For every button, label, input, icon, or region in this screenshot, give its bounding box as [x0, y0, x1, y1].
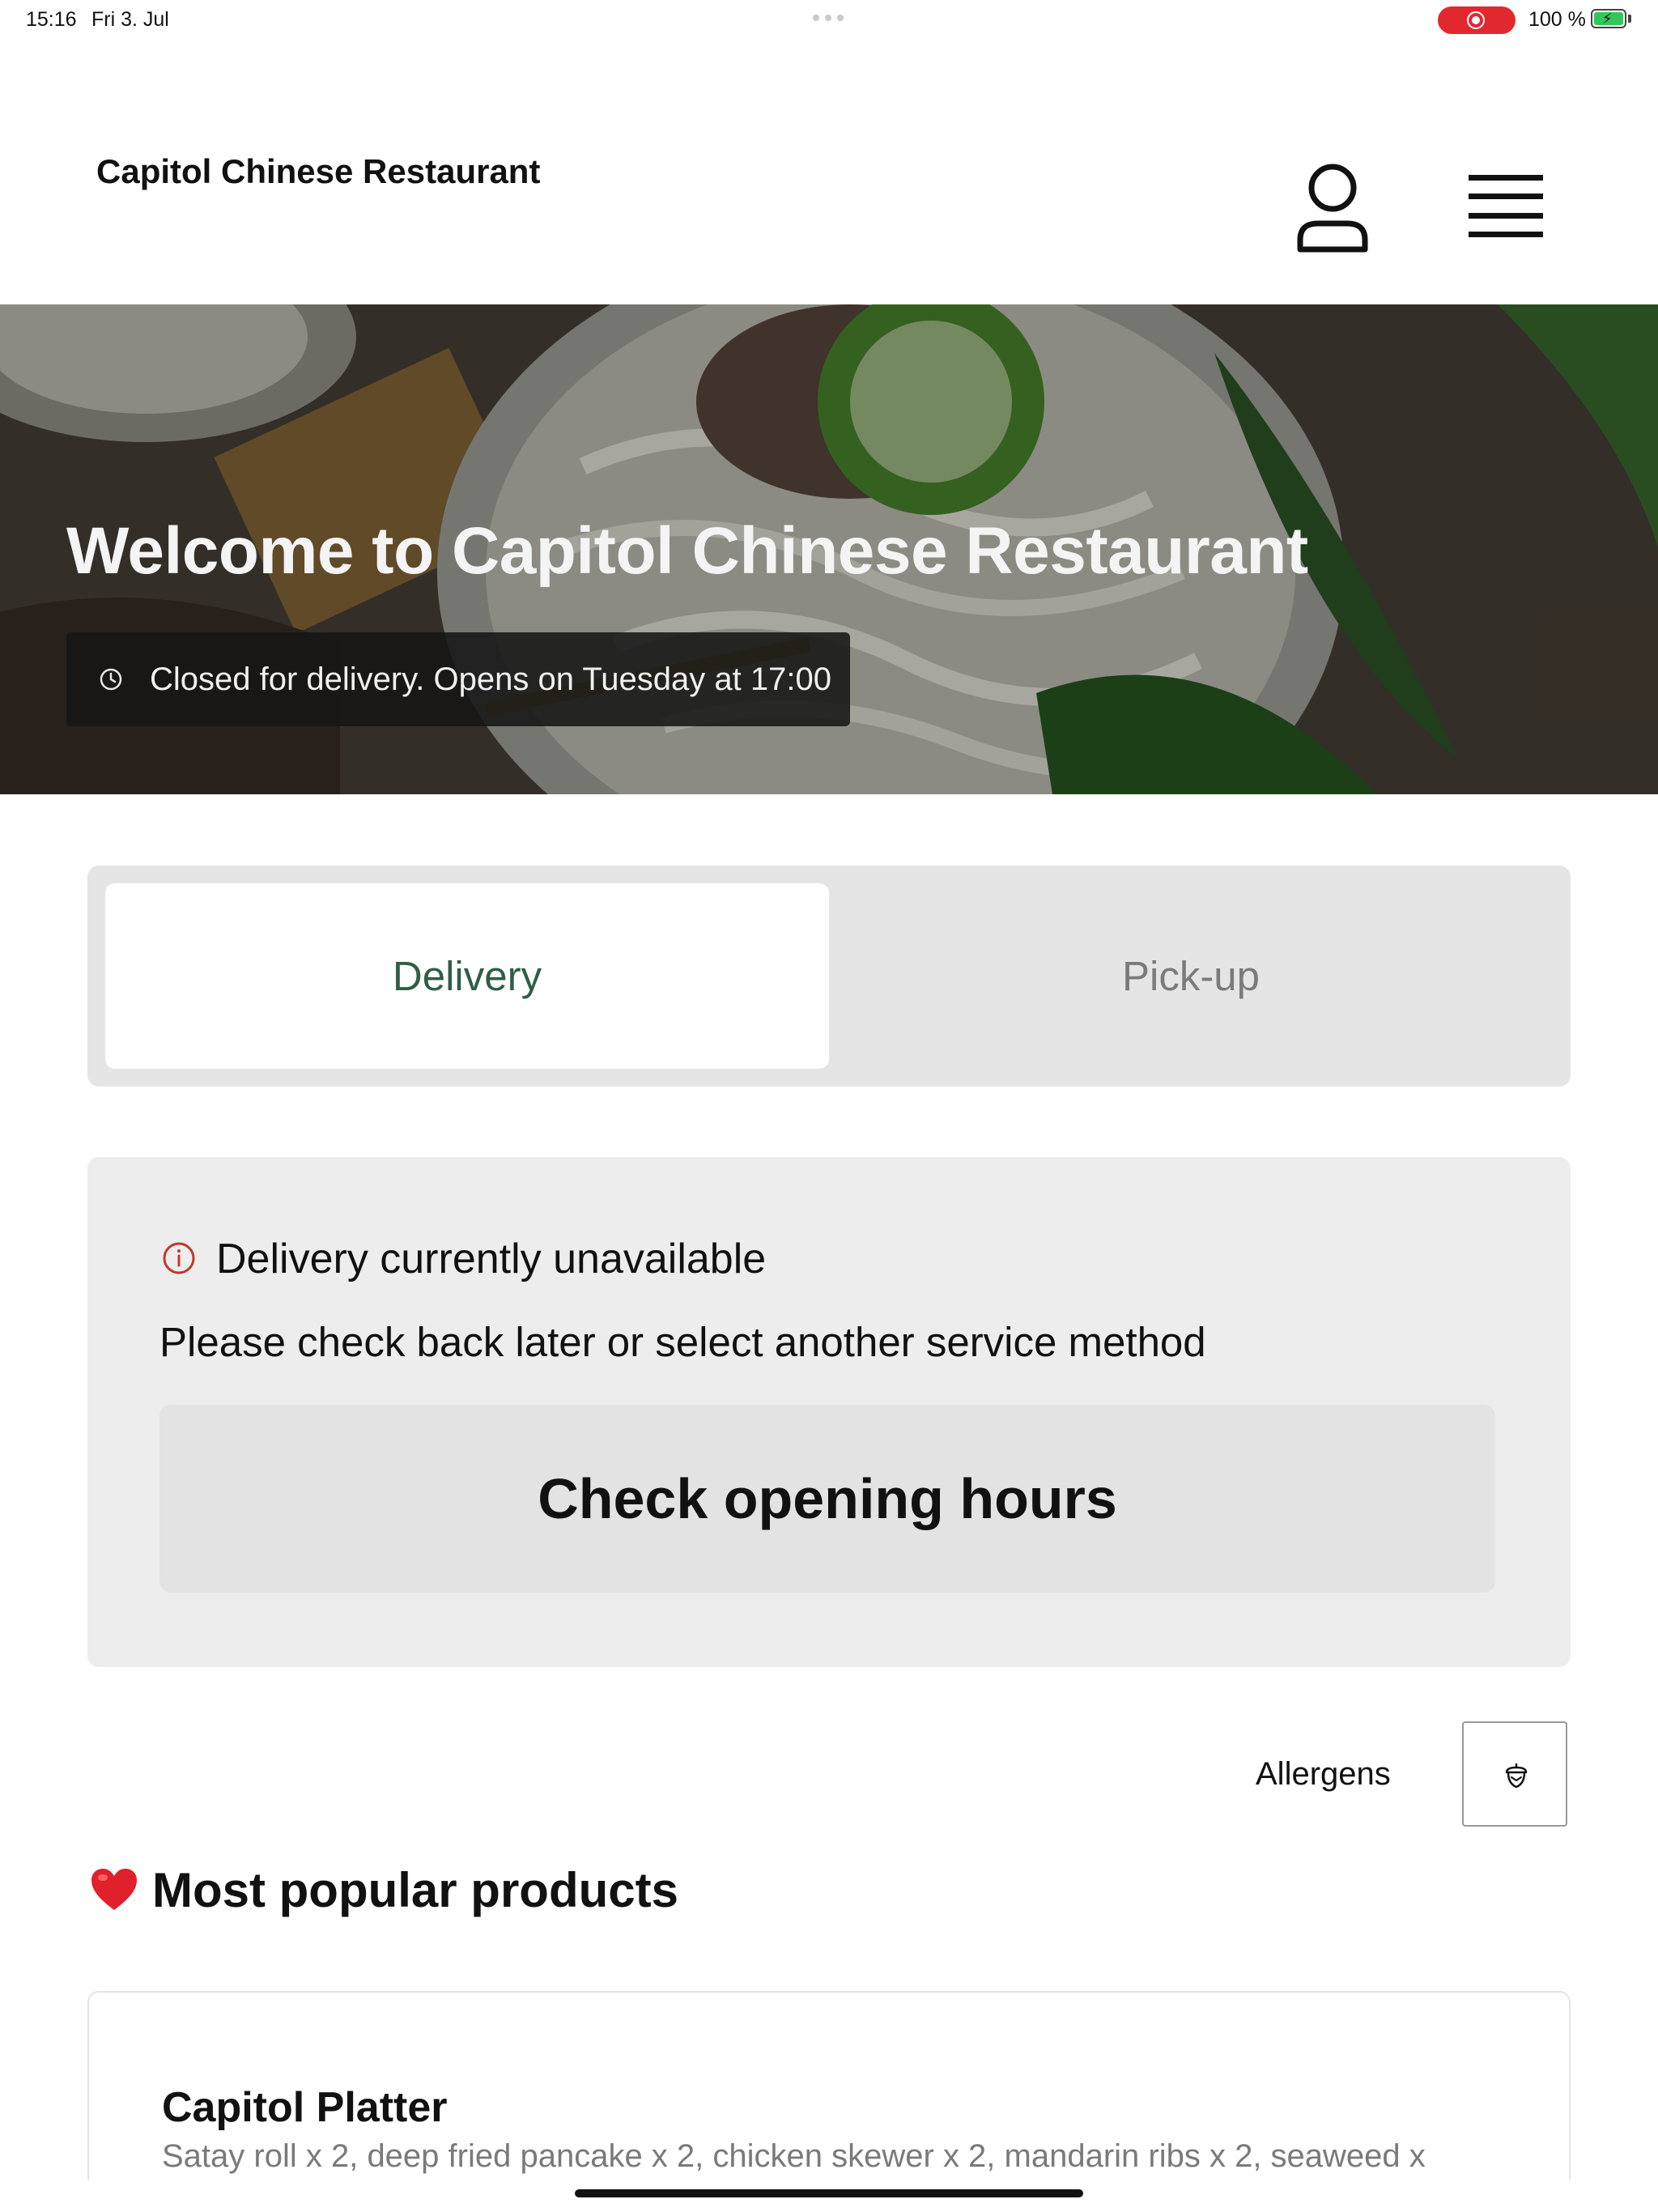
heart-icon: [91, 1869, 137, 1910]
status-time: 15:16: [26, 8, 77, 31]
popular-products-heading: Most popular products: [152, 1863, 678, 1917]
hamburger-menu-icon[interactable]: [1465, 172, 1546, 245]
user-icon[interactable]: [1292, 159, 1373, 256]
allergens-label: Allergens: [1256, 1756, 1391, 1792]
status-bar: 15:16 Fri 3. Jul 100 % ⚡: [0, 0, 1658, 39]
battery-icon: ⚡: [1591, 9, 1626, 28]
delivery-unavailable-card: Delivery currently unavailable Please ch…: [87, 1157, 1571, 1667]
screen-recording-icon[interactable]: [1438, 6, 1516, 34]
acorn-icon: [1505, 1763, 1528, 1789]
product-description: Satay roll x 2, deep fried pancake x 2, …: [162, 2138, 1426, 2174]
service-method-toggle: Delivery Pick-up: [87, 866, 1571, 1087]
product-name: Capitol Platter: [162, 2084, 448, 2131]
battery-percentage: 100 %: [1528, 8, 1586, 31]
status-date: Fri 3. Jul: [91, 8, 169, 31]
tab-delivery[interactable]: Delivery: [105, 883, 829, 1069]
unavailable-message: Please check back later or select anothe…: [159, 1319, 1206, 1365]
clock-icon: [100, 668, 122, 691]
info-icon: [163, 1242, 195, 1274]
multitasking-dots-icon[interactable]: [813, 15, 844, 21]
tab-pickup[interactable]: Pick-up: [829, 883, 1553, 1069]
battery-cap: [1628, 15, 1631, 23]
unavailable-title: Delivery currently unavailable: [216, 1236, 767, 1283]
delivery-status-badge: Closed for delivery. Opens on Tuesday at…: [66, 632, 850, 726]
delivery-status-text: Closed for delivery. Opens on Tuesday at…: [150, 661, 831, 697]
home-indicator[interactable]: [575, 2189, 1083, 2197]
check-opening-hours-button[interactable]: Check opening hours: [159, 1405, 1495, 1593]
hero-banner: Welcome to Capitol Chinese Restaurant Cl…: [0, 304, 1658, 794]
allergens-button[interactable]: [1462, 1721, 1567, 1827]
restaurant-name[interactable]: Capitol Chinese Restaurant: [96, 152, 540, 191]
welcome-heading: Welcome to Capitol Chinese Restaurant: [66, 514, 1308, 588]
site-header: Capitol Chinese Restaurant: [0, 39, 1658, 304]
